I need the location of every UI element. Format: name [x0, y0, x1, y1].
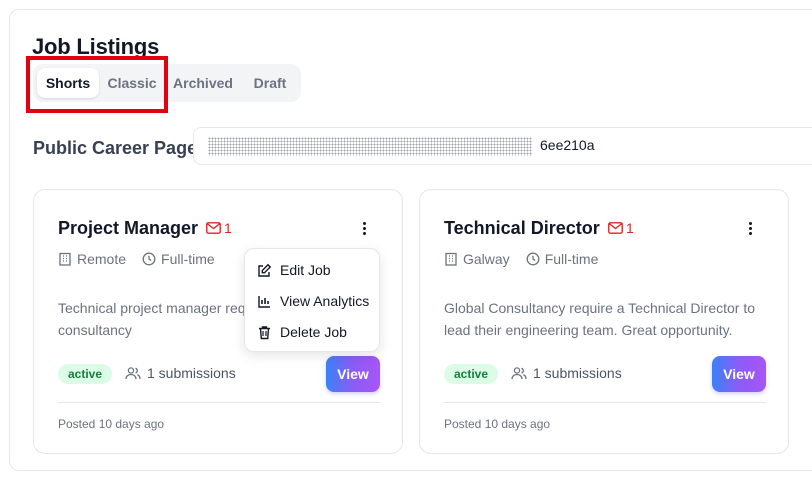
job-title: Project Manager [58, 218, 199, 238]
more-options-icon[interactable] [742, 220, 758, 238]
job-meta: Remote Full-time [58, 251, 231, 267]
more-options-icon[interactable] [356, 220, 372, 238]
career-page-label: Public Career Page: [33, 138, 204, 158]
submissions-text: 1 submissions [533, 365, 622, 381]
menu-item-label: View Analytics [280, 293, 370, 309]
building-icon [59, 252, 71, 266]
job-location: Galway [463, 251, 510, 267]
message-count: 1 [224, 220, 232, 236]
clock-icon [142, 252, 156, 266]
posted-date: Posted 10 days ago [444, 417, 551, 431]
posted-date: Posted 10 days ago [58, 417, 165, 431]
card-divider [444, 402, 766, 403]
submissions-count: 1 submissions [511, 365, 622, 381]
menu-item-label: Delete Job [280, 324, 347, 340]
mail-icon [608, 222, 623, 234]
menu-item-label: Edit Job [280, 262, 331, 278]
message-badge[interactable]: 1 [206, 220, 232, 236]
building-icon [445, 252, 457, 266]
edit-icon [258, 263, 272, 277]
view-button[interactable]: View [326, 356, 380, 392]
tab-classic[interactable]: Classic [103, 68, 161, 98]
submissions-count: 1 submissions [125, 365, 236, 381]
tab-draft[interactable]: Draft [247, 68, 293, 98]
users-icon [511, 367, 527, 380]
menu-item-edit-job[interactable]: Edit Job [257, 259, 331, 281]
tab-bar: Shorts Classic Archived Draft [33, 64, 301, 102]
job-meta: Galway Full-time [444, 251, 614, 267]
job-description: Global Consultancy require a Technical D… [444, 300, 756, 338]
message-badge[interactable]: 1 [608, 220, 634, 236]
status-badge: active [58, 364, 113, 384]
mail-icon [206, 222, 221, 234]
career-page-url-suffix: 6ee210a [540, 137, 595, 153]
clock-icon [526, 252, 540, 266]
redacted-url-segment [208, 137, 532, 156]
view-button[interactable]: View [712, 356, 766, 392]
tab-shorts[interactable]: Shorts [37, 68, 99, 98]
card-divider [58, 402, 380, 403]
job-card-technical-director[interactable]: Technical Director 1 Galway Full-time Gl… [419, 189, 789, 454]
status-badge: active [444, 364, 499, 384]
job-options-menu: Edit Job View Analytics Delete Job [244, 248, 380, 352]
job-employment-type: Full-time [161, 251, 215, 267]
career-page-url-field[interactable]: 6ee210a [193, 127, 812, 165]
page-title: Job Listings [32, 34, 160, 59]
tab-archived[interactable]: Archived [171, 68, 235, 98]
job-title: Technical Director [444, 218, 600, 238]
message-count: 1 [626, 220, 634, 236]
job-location: Remote [77, 251, 127, 267]
trash-icon [259, 325, 270, 339]
job-employment-type: Full-time [544, 251, 599, 267]
submissions-text: 1 submissions [147, 365, 236, 381]
chart-icon [258, 295, 270, 308]
users-icon [125, 367, 141, 380]
menu-item-view-analytics[interactable]: View Analytics [257, 290, 369, 312]
menu-item-delete-job[interactable]: Delete Job [257, 321, 347, 343]
